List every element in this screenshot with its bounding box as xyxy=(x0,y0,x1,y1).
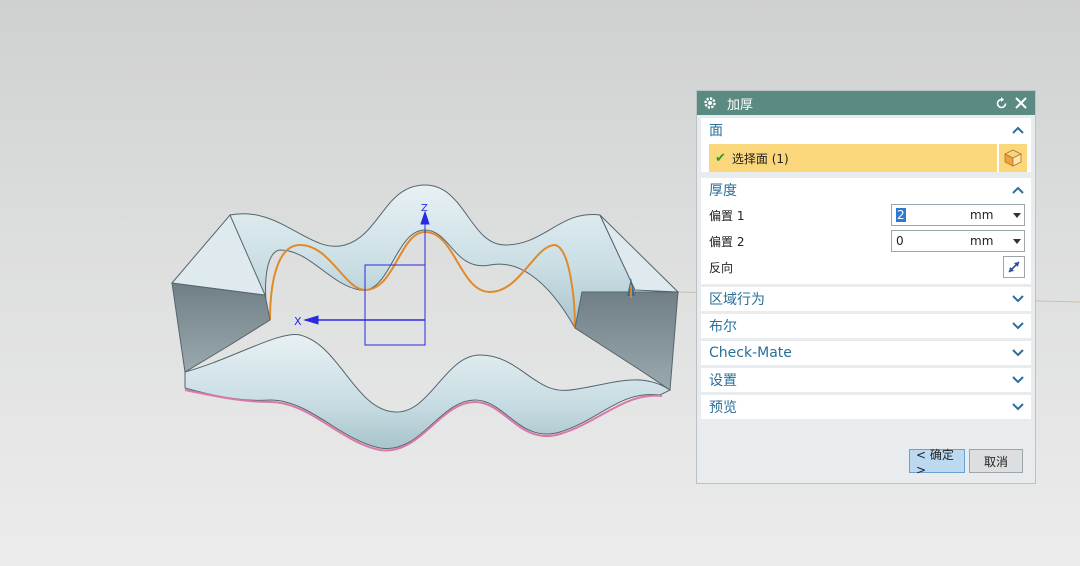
settings-label: 设置 xyxy=(709,373,737,389)
chevron-down-icon[interactable] xyxy=(1011,292,1025,306)
face-section: 面 ✔ 选择面 (1) xyxy=(701,118,1031,172)
offset1-field[interactable]: 2 mm xyxy=(891,204,1025,226)
offset1-unit[interactable]: mm xyxy=(970,208,1010,222)
offset2-value[interactable]: 0 xyxy=(892,234,970,248)
dialog-footer: < 确定 > 取消 xyxy=(909,448,1023,477)
boolean-label: 布尔 xyxy=(709,319,737,335)
thickness-section: 厚度 偏置 1 2 mm 偏置 2 0 mm 反向 xyxy=(701,178,1031,284)
reset-icon[interactable] xyxy=(993,95,1009,111)
offset1-row: 偏置 1 2 mm xyxy=(701,202,1031,228)
cube-icon xyxy=(1004,149,1022,167)
face-section-label: 面 xyxy=(709,123,723,139)
offset2-field[interactable]: 0 mm xyxy=(891,230,1025,252)
dropdown-arrow-icon[interactable] xyxy=(1010,238,1024,244)
face-section-header[interactable]: 面 xyxy=(701,118,1031,142)
dropdown-arrow-icon[interactable] xyxy=(1010,212,1024,218)
preview-section[interactable]: 预览 xyxy=(701,395,1031,419)
select-face-label: 选择面 (1) xyxy=(731,151,789,166)
offset1-value[interactable]: 2 xyxy=(896,208,906,222)
chevron-down-icon[interactable] xyxy=(1011,319,1025,333)
chevron-down-icon[interactable] xyxy=(1011,346,1025,360)
offset2-unit[interactable]: mm xyxy=(970,234,1010,248)
x-axis-label: X xyxy=(294,315,302,328)
chevron-up-icon[interactable] xyxy=(1011,123,1025,137)
chevron-up-icon[interactable] xyxy=(1011,183,1025,197)
reverse-direction-icon xyxy=(1008,261,1020,273)
region-behavior-label: 区域行为 xyxy=(709,292,765,308)
offset2-row: 偏置 2 0 mm xyxy=(701,228,1031,254)
thickness-section-label: 厚度 xyxy=(709,183,737,199)
chevron-down-icon[interactable] xyxy=(1011,373,1025,387)
gear-icon[interactable] xyxy=(703,95,719,111)
reverse-label: 反向 xyxy=(709,260,734,275)
region-behavior-section[interactable]: 区域行为 xyxy=(701,287,1031,311)
ok-button[interactable]: < 确定 > xyxy=(909,448,965,477)
dialog-title: 加厚 xyxy=(727,97,754,113)
boolean-section[interactable]: 布尔 xyxy=(701,314,1031,338)
face-selector-cube-button[interactable] xyxy=(999,144,1027,172)
select-face-row: ✔ 选择面 (1) xyxy=(709,144,1027,172)
close-icon[interactable] xyxy=(1013,95,1029,111)
reverse-row: 反向 xyxy=(701,254,1031,280)
check-mate-label: Check-Mate xyxy=(709,345,792,361)
offset2-label: 偏置 2 xyxy=(709,234,745,249)
thickness-section-header[interactable]: 厚度 xyxy=(701,178,1031,202)
dialog-titlebar: 加厚 xyxy=(697,91,1035,115)
thicken-dialog: 加厚 面 ✔ 选择面 (1) 厚度 偏置 1 2 mm 偏置 2 0 mm 反向… xyxy=(696,90,1036,484)
checkmark-icon: ✔ xyxy=(715,150,726,166)
settings-section[interactable]: 设置 xyxy=(701,368,1031,392)
offset1-label: 偏置 1 xyxy=(709,208,745,223)
z-axis-label: Z xyxy=(421,203,428,214)
select-face-field[interactable]: ✔ 选择面 (1) xyxy=(709,144,997,172)
preview-label: 预览 xyxy=(709,400,737,416)
chevron-down-icon[interactable] xyxy=(1011,400,1025,414)
check-mate-section[interactable]: Check-Mate xyxy=(701,341,1031,365)
cancel-button[interactable]: 取消 xyxy=(969,449,1023,473)
reverse-direction-button[interactable] xyxy=(1003,256,1025,278)
